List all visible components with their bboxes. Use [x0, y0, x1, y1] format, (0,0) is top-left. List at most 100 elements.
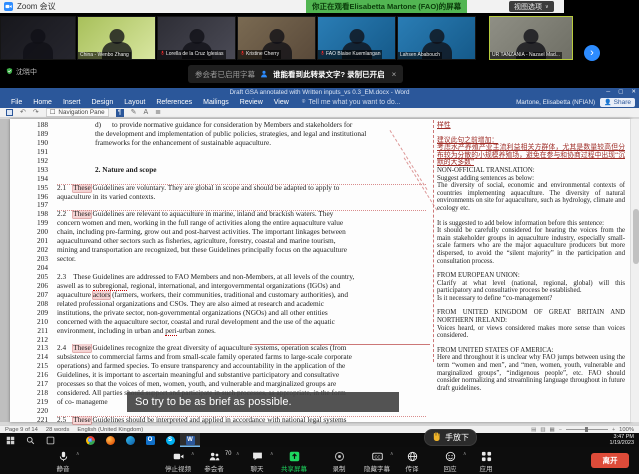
word-count[interactable]: 28 words — [46, 427, 70, 433]
line-text: institutions, the private sector, non-go… — [57, 309, 430, 318]
zoom-level[interactable]: 100% — [619, 427, 634, 433]
view-options-button[interactable]: 视图选项 ∨ — [509, 1, 554, 12]
zoom-in-icon[interactable]: + — [612, 427, 615, 433]
print-layout-icon[interactable]: ▥ — [540, 427, 545, 433]
text-segment: Guidelines are voluntary. They are globa… — [91, 184, 340, 192]
taskbar-clock[interactable]: 3:47 PM 1/19/2023 — [610, 434, 639, 446]
zoom-slider[interactable] — [566, 429, 608, 430]
margin-comment: 考虑水产养殖产业主流利益相关方群体，尤其是数量较高但分布较为分散的小规模养殖场，… — [437, 144, 625, 167]
file-explorer-icon[interactable] — [60, 433, 80, 447]
lower-hand-button[interactable]: 手放下 — [424, 429, 477, 446]
menu-references[interactable]: References — [151, 97, 197, 108]
line-text: 2.2 These Guidelines are relevant to aqu… — [57, 210, 430, 219]
word-icon[interactable]: W — [180, 433, 200, 447]
menu-design[interactable]: Design — [86, 97, 118, 108]
tell-me-box[interactable]: ⌾ Tell me what you want to do... — [302, 99, 401, 106]
next-participants-button[interactable]: › — [584, 45, 600, 61]
close-icon[interactable]: × — [392, 70, 397, 79]
text-segment: institutions, the private sector, non-go… — [57, 309, 328, 317]
font-icon[interactable]: A — [144, 108, 149, 118]
word-statusbar: Page 9 of 14 28 words English (United Ki… — [0, 425, 639, 433]
participant-thumbnail[interactable]: China - Wenbo Zhang — [77, 16, 156, 60]
participant-name-label: Kristine Cherry — [238, 50, 281, 59]
scrollbar-thumb[interactable] — [633, 209, 639, 264]
close-window-icon[interactable]: ✕ — [631, 88, 636, 97]
participant-name: Lorella de la Cruz Iglesias — [166, 51, 224, 58]
document-line: 214subsistence to commercial farms and f… — [26, 353, 430, 362]
line-text: 2.1 These Guidelines are voluntary. They… — [57, 184, 430, 193]
toolbar-button-label: 参会者 — [204, 463, 224, 473]
text-segment: Guidelines are relevant to aquaculture i… — [91, 210, 334, 218]
participant-thumbnail[interactable]: UR TANZANIA - Nazael Mad... — [489, 16, 573, 60]
window-title: Zoom 会议 — [17, 1, 56, 12]
display-mode-icon[interactable]: ¶ — [116, 109, 124, 117]
participant-thumbnail[interactable]: FAO Blaise Kuemlangan — [317, 16, 396, 60]
pen-icon[interactable]: ✎ — [131, 108, 137, 118]
zoom-slider-knob[interactable] — [585, 427, 588, 432]
account-name: Martone, Elisabetta (NFIAN) — [516, 99, 595, 106]
menu-insert[interactable]: Insert — [58, 97, 86, 108]
start-icon[interactable] — [0, 433, 20, 447]
skype-icon[interactable]: S — [160, 433, 180, 447]
apps-button[interactable]: 应用 — [458, 450, 514, 473]
line-text: concern women and men, working in the fu… — [57, 219, 430, 228]
menu-layout[interactable]: Layout — [119, 97, 150, 108]
participant-thumbnail[interactable] — [0, 16, 76, 60]
line-text: Guidelines, it is important to ascertain… — [57, 371, 430, 380]
web-layout-icon[interactable]: ▦ — [550, 427, 555, 433]
margin-comment: Here and throughout it is unclear why FA… — [437, 354, 625, 392]
zoom-out-icon[interactable]: − — [559, 427, 562, 433]
redo-icon[interactable]: ↷ — [33, 108, 39, 118]
menu-file[interactable]: File — [6, 97, 27, 108]
menu-review[interactable]: Review — [235, 97, 268, 108]
toolbar-button-label: 回应 — [444, 463, 457, 473]
maximize-icon[interactable]: ▢ — [618, 88, 623, 97]
text-segment: Guidelines, it is important to ascertain… — [57, 371, 339, 379]
menu-view[interactable]: View — [269, 97, 294, 108]
save-icon[interactable] — [6, 109, 13, 116]
document-page: 188d) to provide normative guidance for … — [10, 119, 631, 422]
edge-icon[interactable] — [120, 433, 140, 447]
undo-icon[interactable]: ↶ — [20, 108, 26, 118]
tracked-change-highlight: These — [73, 210, 90, 218]
document-line: 1982.2 These Guidelines are relevant to … — [26, 210, 430, 219]
muted-mic-icon — [320, 50, 325, 59]
menu-home[interactable]: Home — [28, 97, 57, 108]
leave-button[interactable]: 离开 — [591, 453, 629, 468]
participant-thumbnail[interactable]: Lahsen Ababouch — [397, 16, 476, 60]
zoom-toolbar: 离开 ∧静音∧停止视频70∧参会者∧聊天共享屏幕录制CC∧隐藏字幕传译∧回应应用 — [0, 447, 639, 474]
margin-comments: 样性建议此句之前增加：考虑水产养殖产业主流利益相关方群体，尤其是数量较高但分布较… — [437, 122, 625, 392]
participant-thumbnail[interactable]: Kristine Cherry — [237, 16, 316, 60]
margin-comment: 样性 — [437, 122, 625, 130]
text-segment: concern women and men, working in the fu… — [57, 219, 343, 227]
mute-button[interactable]: ∧静音 — [35, 450, 91, 473]
tracked-change-highlight: actors — [93, 291, 110, 299]
document-line: 217processes so that the voices of men, … — [26, 380, 430, 389]
minimize-icon[interactable]: ─ — [606, 88, 610, 97]
task-view-icon[interactable] — [40, 433, 60, 447]
document-scrollbar[interactable] — [630, 119, 639, 422]
outlook-icon[interactable]: O — [140, 433, 160, 447]
chevron-up-icon[interactable]: ∧ — [76, 451, 80, 457]
read-mode-icon[interactable]: ▤ — [531, 427, 536, 433]
participant-name: China - Wenbo Zhang — [80, 52, 129, 59]
navigation-pane-toggle[interactable]: ☐ Navigation Pane — [46, 108, 109, 117]
notification-main-text[interactable]: 谁能看到此转录文字? 录制已开启 — [273, 69, 385, 80]
participant-name-label: Lahsen Ababouch — [398, 52, 442, 59]
styles-icon[interactable]: ≣ — [155, 108, 161, 118]
line-text: chain, including pre-farming, grow out a… — [57, 228, 430, 237]
margin-comment: FROM UNITED STATES OF AMERICA: — [437, 347, 625, 355]
menu-mailings[interactable]: Mailings — [198, 97, 234, 108]
language-indicator[interactable]: English (United Kingdom) — [77, 427, 143, 433]
shared-word-window: Draft GSA annotated with Written inputs_… — [0, 88, 639, 433]
lightbulb-icon: ⌾ — [302, 99, 306, 106]
chrome-icon[interactable] — [80, 433, 100, 447]
search-icon[interactable] — [20, 433, 40, 447]
comment-anchor-line — [433, 120, 434, 362]
participant-thumbnail[interactable]: Lorella de la Cruz Iglesias — [157, 16, 236, 60]
line-text: related professional organizations and C… — [57, 300, 430, 309]
firefox-icon[interactable] — [100, 433, 120, 447]
share-button[interactable]: 👤 Share — [600, 98, 635, 107]
page-indicator[interactable]: Page 9 of 14 — [5, 427, 38, 433]
margin-comment: Is it necessary to define “co-management… — [437, 295, 625, 303]
